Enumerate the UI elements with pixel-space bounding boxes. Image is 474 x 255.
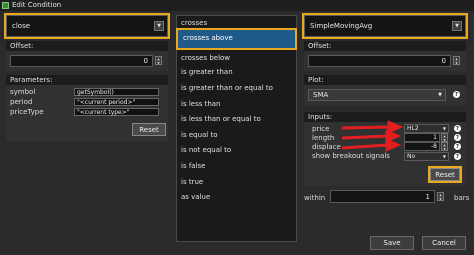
spin-arrows-icon[interactable]: ▲ ▼ <box>441 133 448 142</box>
plot-value: SMA <box>313 91 329 99</box>
right-offset-label: Offset: <box>304 41 466 51</box>
param-value-period[interactable]: "<current period>" <box>74 98 159 106</box>
left-params-panel: Parameters: symbol getSymbol() period "<… <box>6 75 168 141</box>
spin-arrows-icon[interactable]: ▲ ▼ <box>437 192 444 201</box>
chevron-down-icon[interactable]: ▼ <box>452 21 462 31</box>
chevron-down-icon: ▼ <box>438 92 442 98</box>
right-plot-label: Plot: <box>304 75 466 85</box>
input-name-length: length <box>312 134 335 142</box>
input-price-dropdown[interactable]: HL2 ▼ <box>404 124 449 133</box>
help-icon[interactable]: ? <box>454 125 461 132</box>
list-item[interactable]: is false <box>181 162 205 170</box>
list-item[interactable]: is greater than <box>181 68 233 76</box>
help-icon[interactable]: ? <box>453 91 460 98</box>
left-study-dropdown[interactable]: close ▼ <box>4 13 170 39</box>
spin-arrows-icon[interactable]: ▲ ▼ <box>441 142 448 151</box>
left-reset-button[interactable]: Reset <box>132 123 166 136</box>
left-offset-value: 0 <box>143 57 148 65</box>
within-label: within <box>304 194 326 202</box>
list-item[interactable]: crosses below <box>181 54 230 62</box>
window-title: Edit Condition <box>12 1 62 9</box>
list-item[interactable]: as value <box>181 193 210 201</box>
list-item[interactable]: is less than <box>181 100 221 108</box>
annotation-arrows <box>341 120 404 152</box>
red-arrow-icon <box>341 120 404 134</box>
spin-arrows-icon[interactable]: ▲ ▼ <box>155 56 162 65</box>
chevron-down-icon: ▼ <box>442 154 446 159</box>
list-item[interactable]: crosses <box>181 19 207 27</box>
title-bar[interactable]: Edit Condition <box>0 0 474 11</box>
input-length-field[interactable]: 1 <box>404 133 440 142</box>
input-displace-field[interactable]: -8 <box>404 142 440 151</box>
cancel-button[interactable]: Cancel <box>422 236 466 250</box>
left-offset-panel: Offset: 0 ▲ ▼ <box>6 41 168 71</box>
input-displace-value: -8 <box>431 143 437 150</box>
param-name-symbol: symbol <box>10 88 36 96</box>
input-breakout-dropdown[interactable]: No ▼ <box>404 152 449 161</box>
app-icon <box>2 2 9 9</box>
within-value: 1 <box>425 193 430 201</box>
chevron-down-icon[interactable]: ▼ <box>154 21 164 31</box>
spin-arrows-icon[interactable]: ▲ ▼ <box>453 56 460 65</box>
param-name-period: period <box>10 98 33 106</box>
param-name-pricetype: priceType <box>10 108 44 116</box>
red-arrow-icon <box>341 129 402 143</box>
param-value-pricetype[interactable]: "<current type>" <box>74 108 159 116</box>
list-item[interactable]: is equal to <box>181 131 218 139</box>
right-offset-input[interactable]: 0 <box>308 55 451 67</box>
right-offset-value: 0 <box>441 57 446 65</box>
list-item[interactable]: is true <box>181 178 203 186</box>
input-name-price: price <box>312 125 330 133</box>
chevron-down-icon: ▼ <box>442 126 446 131</box>
left-offset-input[interactable]: 0 <box>10 55 153 67</box>
list-item[interactable]: is greater than or equal to <box>181 84 273 92</box>
right-study-dropdown[interactable]: SimpleMovingAvg ▼ <box>302 13 468 39</box>
left-offset-label: Offset: <box>6 41 168 51</box>
help-icon[interactable]: ? <box>454 143 461 150</box>
input-price-value: HL2 <box>407 125 419 132</box>
plot-dropdown[interactable]: SMA ▼ <box>308 89 446 101</box>
input-name-displace: displace <box>312 143 341 151</box>
help-icon[interactable]: ? <box>454 153 461 160</box>
list-item-label: crosses above <box>183 34 233 42</box>
bars-label: bars <box>454 194 470 202</box>
function-list[interactable]: crosses crosses above crosses below is g… <box>176 15 297 242</box>
within-input[interactable]: 1 <box>330 190 435 203</box>
left-study-value: close <box>12 22 31 30</box>
save-button[interactable]: Save <box>370 236 414 250</box>
param-value-symbol[interactable]: getSymbol() <box>74 88 159 96</box>
input-breakout-value: No <box>407 153 416 160</box>
right-offset-panel: Offset: 0 ▲ ▼ <box>304 41 466 71</box>
red-arrow-icon <box>341 138 402 152</box>
right-plot-panel: Plot: SMA ▼ ? <box>304 75 466 105</box>
input-length-value: 1 <box>433 134 437 141</box>
right-study-value: SimpleMovingAvg <box>310 22 373 30</box>
help-icon[interactable]: ? <box>454 134 461 141</box>
list-item[interactable]: is less than or equal to <box>181 115 261 123</box>
left-params-label: Parameters: <box>6 75 168 85</box>
right-reset-button[interactable]: Reset <box>428 166 462 183</box>
list-item[interactable]: is not equal to <box>181 146 231 154</box>
list-item-selected[interactable]: crosses above <box>176 28 297 50</box>
